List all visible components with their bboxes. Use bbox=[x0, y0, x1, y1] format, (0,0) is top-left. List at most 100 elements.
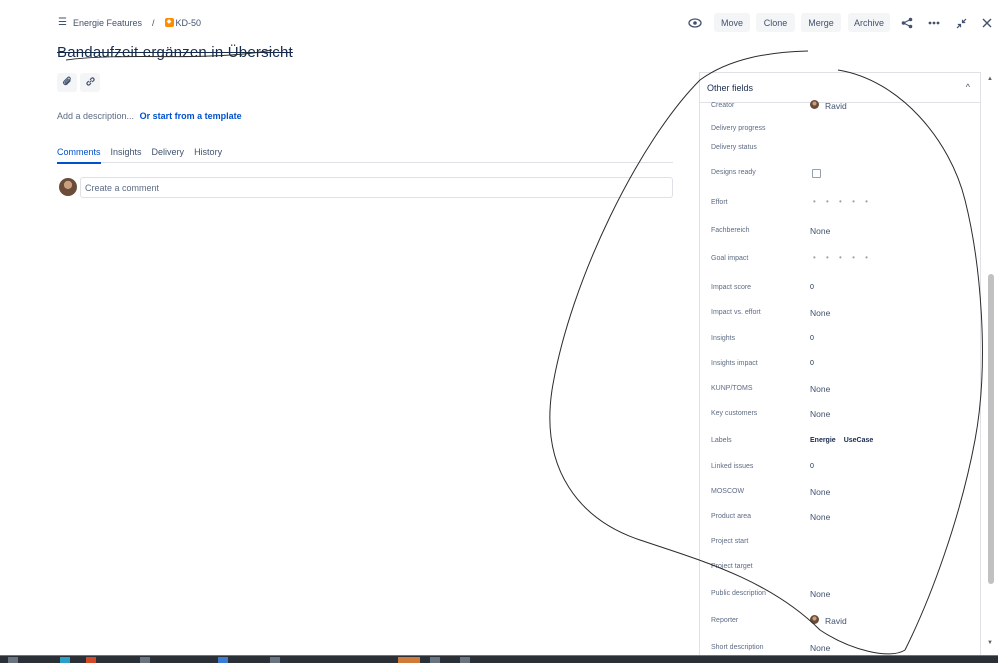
labels-list: Energie UseCase bbox=[810, 437, 881, 444]
field-linked-issues[interactable]: Linked issues 0 bbox=[700, 459, 980, 477]
field-fachbereich[interactable]: Fachbereich None bbox=[700, 223, 980, 241]
taskbar-app[interactable] bbox=[86, 657, 96, 663]
effort-rating[interactable]: • • • • • bbox=[813, 197, 872, 206]
field-value: Ravid bbox=[825, 616, 847, 626]
field-label: Key customers bbox=[711, 410, 758, 417]
field-delivery-status[interactable]: Delivery status bbox=[700, 140, 980, 158]
field-project-target[interactable]: Project target bbox=[700, 559, 980, 577]
field-value: None bbox=[810, 384, 831, 394]
field-value: None bbox=[810, 589, 831, 599]
issue-title[interactable]: Bandaufzeit ergänzen in Übersicht bbox=[57, 44, 293, 61]
move-button[interactable]: Move bbox=[714, 13, 750, 32]
scroll-up-icon[interactable]: ▲ bbox=[987, 76, 993, 82]
field-reporter[interactable]: Reporter Ravid bbox=[700, 613, 980, 631]
link-icon bbox=[85, 74, 96, 92]
field-label: Delivery progress bbox=[711, 125, 766, 132]
field-public-description[interactable]: Public description None bbox=[700, 586, 980, 604]
field-moscow[interactable]: MOSCOW None bbox=[700, 484, 980, 502]
field-label: Labels bbox=[711, 437, 732, 444]
description: Add a description... Or start from a tem… bbox=[57, 111, 242, 121]
field-key-customers[interactable]: Key customers None bbox=[700, 406, 980, 424]
designs-ready-checkbox[interactable] bbox=[812, 169, 821, 178]
attachment-icon bbox=[62, 74, 73, 92]
field-label: MOSCOW bbox=[711, 488, 745, 495]
taskbar-app[interactable] bbox=[430, 657, 440, 663]
archive-button[interactable]: Archive bbox=[848, 13, 890, 32]
scrollbar[interactable]: ▲ ▼ bbox=[986, 74, 995, 650]
field-product-area[interactable]: Product area None bbox=[700, 509, 980, 527]
field-value: 0 bbox=[810, 463, 814, 470]
field-label: Short description bbox=[711, 644, 764, 651]
field-label: Product area bbox=[711, 513, 752, 520]
field-value: None bbox=[810, 487, 831, 497]
field-label: Impact vs. effort bbox=[711, 309, 761, 316]
field-label: Impact score bbox=[711, 284, 752, 291]
field-delivery-progress[interactable]: Delivery progress bbox=[700, 121, 980, 139]
minimize-icon[interactable] bbox=[952, 14, 970, 32]
description-placeholder[interactable]: Add a description... bbox=[57, 111, 134, 121]
field-short-description[interactable]: Short description None bbox=[700, 640, 980, 656]
goal-impact-rating[interactable]: • • • • • bbox=[813, 253, 872, 262]
close-icon[interactable] bbox=[978, 14, 996, 32]
tab-history[interactable]: History bbox=[194, 147, 222, 162]
field-kunp-toms[interactable]: KUNP/TOMS None bbox=[700, 381, 980, 399]
eye-icon[interactable] bbox=[686, 14, 704, 32]
field-creator[interactable]: Creator Ravid bbox=[700, 98, 980, 116]
share-icon[interactable] bbox=[898, 14, 916, 32]
field-project-start[interactable]: Project start bbox=[700, 534, 980, 552]
field-label: KUNP/TOMS bbox=[711, 385, 753, 392]
label-tag[interactable]: UseCase bbox=[844, 437, 874, 444]
field-label: Effort bbox=[711, 199, 728, 206]
field-label: Project start bbox=[711, 538, 749, 545]
scroll-thumb[interactable] bbox=[988, 274, 994, 584]
taskbar-app[interactable] bbox=[270, 657, 280, 663]
label-tag[interactable]: Energie bbox=[810, 437, 836, 444]
field-value: Ravid bbox=[825, 101, 847, 111]
panel-title: Other fields bbox=[707, 83, 754, 93]
attachment-button[interactable] bbox=[57, 73, 77, 92]
template-link[interactable]: Or start from a template bbox=[140, 111, 242, 121]
tab-bar: Comments Insights Delivery History bbox=[57, 147, 673, 164]
field-label: Delivery status bbox=[711, 144, 757, 151]
field-insights[interactable]: Insights 0 bbox=[700, 331, 980, 349]
tab-comments[interactable]: Comments bbox=[57, 147, 101, 164]
list-icon: ☰ bbox=[58, 17, 67, 28]
start-icon[interactable] bbox=[8, 657, 18, 663]
link-button[interactable] bbox=[80, 73, 100, 92]
breadcrumb-project[interactable]: Energie Features bbox=[73, 18, 142, 28]
taskbar-app[interactable] bbox=[218, 657, 228, 663]
field-effort[interactable]: Effort • • • • • bbox=[700, 195, 980, 213]
taskbar-app[interactable] bbox=[460, 657, 470, 663]
field-labels[interactable]: Labels Energie UseCase bbox=[700, 433, 980, 451]
tab-insights[interactable]: Insights bbox=[111, 147, 142, 162]
field-value: None bbox=[810, 512, 831, 522]
avatar bbox=[59, 178, 77, 196]
field-value: 0 bbox=[810, 360, 814, 367]
field-label: Creator bbox=[711, 102, 735, 109]
comment-input[interactable]: Create a comment bbox=[80, 177, 673, 198]
field-impact-score[interactable]: Impact score 0 bbox=[700, 280, 980, 298]
field-label: Project target bbox=[711, 563, 753, 570]
field-value: 0 bbox=[810, 335, 814, 342]
scroll-down-icon[interactable]: ▼ bbox=[987, 640, 993, 646]
field-value: None bbox=[810, 308, 831, 318]
taskbar-app[interactable] bbox=[140, 657, 150, 663]
field-value: None bbox=[810, 226, 831, 236]
field-value: None bbox=[810, 409, 831, 419]
field-value: 0 bbox=[810, 284, 814, 291]
taskbar-app[interactable] bbox=[398, 657, 420, 663]
issue-type-icon: ◆ bbox=[164, 18, 174, 27]
field-label: Fachbereich bbox=[711, 227, 750, 234]
field-impact-vs-effort[interactable]: Impact vs. effort None bbox=[700, 305, 980, 323]
more-icon[interactable] bbox=[925, 14, 943, 32]
field-designs-ready[interactable]: Designs ready bbox=[700, 165, 980, 183]
tab-delivery[interactable]: Delivery bbox=[152, 147, 185, 162]
field-insights-impact[interactable]: Insights impact 0 bbox=[700, 356, 980, 374]
field-goal-impact[interactable]: Goal impact • • • • • bbox=[700, 251, 980, 269]
breadcrumb: ☰ Energie Features / ◆ KD-50 bbox=[58, 17, 201, 28]
merge-button[interactable]: Merge bbox=[801, 13, 841, 32]
breadcrumb-issue-key[interactable]: KD-50 bbox=[176, 18, 202, 28]
clone-button[interactable]: Clone bbox=[756, 13, 795, 32]
chevron-up-icon[interactable]: ^ bbox=[966, 82, 970, 92]
taskbar-app[interactable] bbox=[60, 657, 70, 663]
